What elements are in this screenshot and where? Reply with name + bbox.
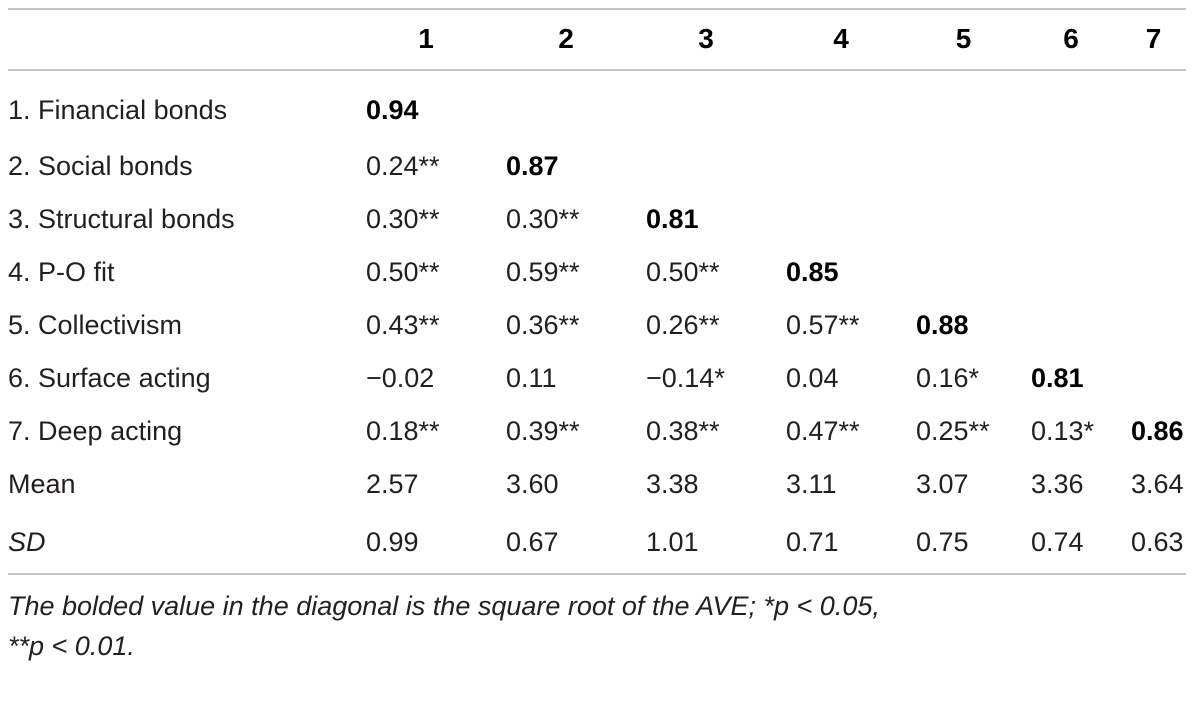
column-header-2: 2 bbox=[496, 8, 636, 71]
table-header: 1 2 3 4 5 6 7 bbox=[8, 8, 1186, 71]
table-cell-empty bbox=[906, 246, 1021, 299]
table-cell-value: 0.11 bbox=[506, 363, 557, 393]
table-row: Mean 2.57 3.60 3.38 3.11 3.07 3.36 3.64 bbox=[8, 458, 1186, 511]
table-cell-value: 0.81 bbox=[646, 204, 699, 234]
table-cell-empty bbox=[1021, 193, 1121, 246]
table-cell-value: 0.13* bbox=[1031, 416, 1095, 446]
table-cell-value: 0.25** bbox=[916, 416, 990, 446]
table-row: 1. Financial bonds 0.94 bbox=[8, 70, 1186, 140]
table-cell-value: 2.57 bbox=[366, 469, 419, 499]
table-cell-empty bbox=[1121, 299, 1186, 352]
table-cell-value: 0.38** bbox=[646, 416, 720, 446]
table-row: 2. Social bonds 0.24** 0.87 bbox=[8, 140, 1186, 193]
table-cell-value: 0.36** bbox=[506, 310, 580, 340]
table-row: 4. P-O fit 0.50** 0.59** 0.50** 0.85 bbox=[8, 246, 1186, 299]
table-cell-empty bbox=[776, 140, 906, 193]
table-cell-value: 0.24** bbox=[366, 151, 440, 181]
table-cell-value: 0.86 bbox=[1131, 416, 1184, 446]
table-cell-empty bbox=[1021, 70, 1121, 140]
table-cell-empty bbox=[906, 193, 1021, 246]
table-row: 7. Deep acting 0.18** 0.39** 0.38** 0.47** 0.… bbox=[8, 405, 1186, 458]
table-cell-value: 0.75 bbox=[906, 511, 1021, 575]
table-cell-value: 0.16* bbox=[916, 363, 980, 393]
table-cell-empty bbox=[1121, 352, 1186, 405]
table-cell-value: 3.07 bbox=[916, 469, 969, 499]
column-header-construct bbox=[8, 8, 356, 71]
correlation-table-container: 1 2 3 4 5 6 7 1. Financial bonds 0.94 2. S… bbox=[8, 8, 1186, 667]
table-cell-value: 0.74 bbox=[1021, 511, 1121, 575]
row-label: Mean bbox=[8, 469, 76, 499]
table-cell-value: 0.47** bbox=[786, 416, 860, 446]
table-cell-value: 1.01 bbox=[636, 511, 776, 575]
row-label: 6. Surface acting bbox=[8, 363, 211, 393]
table-cell-empty bbox=[776, 193, 906, 246]
column-header-4: 4 bbox=[776, 8, 906, 71]
table-cell-value: 0.59** bbox=[506, 257, 580, 287]
table-cell-empty bbox=[906, 140, 1021, 193]
table-cell-value: 0.81 bbox=[1031, 363, 1084, 393]
table-row: 5. Collectivism 0.43** 0.36** 0.26** 0.57** 0… bbox=[8, 299, 1186, 352]
table-row: 6. Surface acting −0.02 0.11 −0.14* 0.04 0.16… bbox=[8, 352, 1186, 405]
table-cell-empty bbox=[636, 70, 776, 140]
table-cell-value: 0.43** bbox=[366, 310, 440, 340]
column-header-6: 6 bbox=[1021, 8, 1121, 71]
table-cell-value: 0.26** bbox=[646, 310, 720, 340]
table-cell-value: 0.50** bbox=[366, 257, 440, 287]
table-cell-value: 3.36 bbox=[1031, 469, 1084, 499]
table-cell-value: 0.85 bbox=[786, 257, 839, 287]
table-cell-empty bbox=[1021, 299, 1121, 352]
table-cell-value: 0.50** bbox=[646, 257, 720, 287]
table-cell-value: 0.94 bbox=[366, 94, 419, 125]
table-row: SD 0.99 0.67 1.01 0.71 0.75 0.74 0.63 bbox=[8, 511, 1186, 575]
table-cell-empty bbox=[496, 70, 636, 140]
table-body: 1. Financial bonds 0.94 2. Social bonds 0.2… bbox=[8, 70, 1186, 575]
row-label: 5. Collectivism bbox=[8, 310, 183, 340]
column-header-1: 1 bbox=[356, 8, 496, 71]
table-cell-empty bbox=[636, 140, 776, 193]
table-cell-value: 0.30** bbox=[506, 204, 580, 234]
table-cell-value: 0.18** bbox=[366, 416, 440, 446]
table-cell-empty bbox=[1121, 140, 1186, 193]
table-footnote: The bolded value in the diagonal is the … bbox=[8, 587, 1186, 667]
table-cell-empty bbox=[906, 70, 1021, 140]
table-cell-value: 3.60 bbox=[506, 469, 559, 499]
table-cell-empty bbox=[1121, 193, 1186, 246]
table-cell-value: 0.63 bbox=[1121, 511, 1186, 575]
table-cell-value: 0.04 bbox=[786, 363, 839, 393]
table-cell-value: 0.39** bbox=[506, 416, 580, 446]
column-header-3: 3 bbox=[636, 8, 776, 71]
table-cell-empty bbox=[1121, 246, 1186, 299]
correlation-matrix-table: 1 2 3 4 5 6 7 1. Financial bonds 0.94 2. S… bbox=[8, 8, 1186, 575]
table-cell-value: 0.71 bbox=[776, 511, 906, 575]
table-cell-empty bbox=[776, 70, 906, 140]
table-cell-value: 3.64 bbox=[1131, 469, 1184, 499]
column-header-7: 7 bbox=[1121, 8, 1186, 71]
footnote-line-1: The bolded value in the diagonal is the … bbox=[8, 591, 880, 621]
column-header-5: 5 bbox=[906, 8, 1021, 71]
table-cell-empty bbox=[1021, 246, 1121, 299]
row-label: 4. P-O fit bbox=[8, 257, 115, 287]
table-cell-value: −0.02 bbox=[366, 363, 435, 393]
table-cell-value: 0.87 bbox=[506, 151, 559, 181]
table-cell-empty bbox=[1021, 140, 1121, 193]
table-cell-value: 0.99 bbox=[356, 511, 496, 575]
row-label: 1. Financial bonds bbox=[8, 94, 228, 125]
table-cell-value: 0.57** bbox=[786, 310, 860, 340]
row-label: 3. Structural bonds bbox=[8, 204, 235, 234]
table-cell-value: 0.30** bbox=[366, 204, 440, 234]
table-cell-empty bbox=[1121, 70, 1186, 140]
row-label: 7. Deep acting bbox=[8, 416, 183, 446]
table-cell-value: 3.11 bbox=[786, 469, 837, 499]
table-cell-value: 0.67 bbox=[496, 511, 636, 575]
table-cell-value: −0.14* bbox=[646, 363, 725, 393]
footnote-line-2: **p < 0.01. bbox=[8, 630, 135, 661]
row-label: 2. Social bonds bbox=[8, 151, 193, 181]
table-header-row: 1 2 3 4 5 6 7 bbox=[8, 8, 1186, 71]
row-label: SD bbox=[8, 511, 356, 575]
table-cell-value: 3.38 bbox=[646, 469, 699, 499]
table-cell-value: 0.88 bbox=[916, 310, 969, 340]
table-row: 3. Structural bonds 0.30** 0.30** 0.81 bbox=[8, 193, 1186, 246]
